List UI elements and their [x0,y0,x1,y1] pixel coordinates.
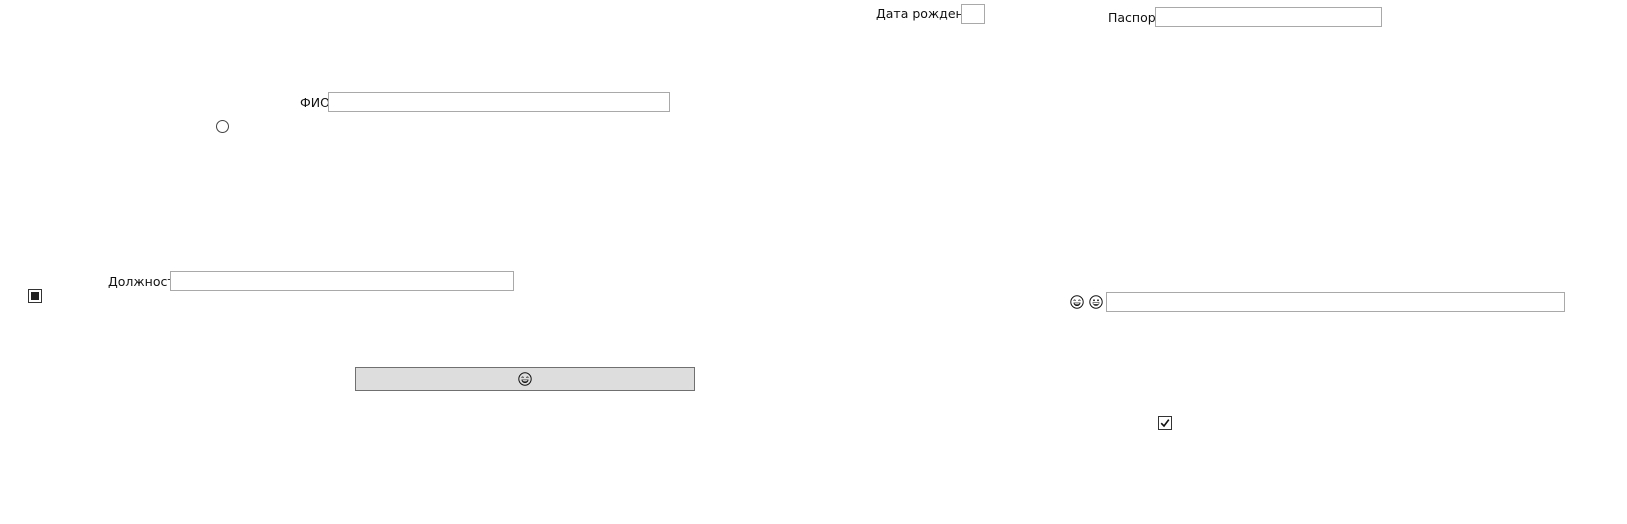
fio-input[interactable] [328,92,670,112]
position-input[interactable] [170,271,514,291]
laughing-face-icon [1070,295,1084,312]
checked-checkbox[interactable] [1158,416,1172,430]
checkmark-icon [1160,419,1170,428]
passport-input[interactable] [1155,7,1382,27]
emoji-button[interactable] [355,367,695,391]
form-canvas: Дата рождения Паспорт ФИО Должность [0,0,1627,524]
grinning-face-icon [1089,295,1103,312]
radio-button[interactable] [216,120,229,133]
emoji-text-input[interactable] [1106,292,1565,312]
laughing-face-icon [518,372,532,386]
birth-date-input[interactable] [961,4,985,24]
indeterminate-checkbox[interactable] [28,289,42,303]
fio-label: ФИО [300,95,330,110]
